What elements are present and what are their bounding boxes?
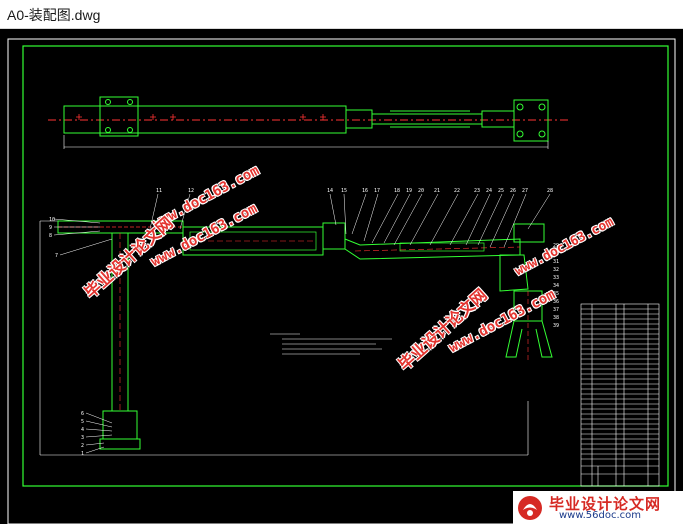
- balloon-label: 8: [49, 233, 52, 239]
- logo-url: www.56doc.com: [559, 510, 642, 521]
- balloon-label: 25: [498, 188, 504, 194]
- balloon-label: 24: [486, 188, 492, 194]
- balloon-label: 9: [49, 225, 52, 231]
- balloon-label: 7: [55, 253, 58, 259]
- balloon-label: 4: [81, 427, 84, 433]
- balloon-label: 32: [553, 267, 559, 273]
- balloon-label: 28: [547, 188, 553, 194]
- logo-mark-icon: [518, 496, 542, 520]
- balloon-label: 16: [362, 188, 368, 194]
- balloon-label: 19: [406, 188, 412, 194]
- title-bar: A0-装配图.dwg: [0, 0, 683, 29]
- balloon-label: 15: [341, 188, 347, 194]
- balloon-label: 37: [553, 307, 559, 313]
- balloon-label: 38: [553, 315, 559, 321]
- balloon-label: 21: [434, 188, 440, 194]
- file-name: A0-装配图.dwg: [7, 7, 101, 23]
- balloon-label: 23: [474, 188, 480, 194]
- balloon-label: 5: [81, 419, 84, 425]
- balloon-label: 12: [188, 188, 194, 194]
- balloon-label: 14: [327, 188, 333, 194]
- balloon-label: 18: [394, 188, 400, 194]
- balloon-label: 10: [49, 217, 55, 223]
- balloon-label: 34: [553, 283, 559, 289]
- balloon-label: 26: [510, 188, 516, 194]
- balloon-label: 17: [374, 188, 380, 194]
- balloon-label: 39: [553, 323, 559, 329]
- balloon-label: 2: [81, 443, 84, 449]
- balloon-label: 33: [553, 275, 559, 281]
- site-logo: 毕业设计论文网 www.56doc.com: [513, 491, 683, 524]
- balloon-label: 22: [454, 188, 460, 194]
- balloon-label: 11: [156, 188, 162, 194]
- balloon-label: 27: [522, 188, 528, 194]
- balloon-label: 6: [81, 411, 84, 417]
- balloon-label: 20: [418, 188, 424, 194]
- balloon-label: 1: [81, 451, 84, 457]
- drawing-viewer[interactable]: 11 12 14 15 16 17 18 19 20 21 22 23 24 2…: [0, 29, 683, 524]
- balloon-label: 3: [81, 435, 84, 441]
